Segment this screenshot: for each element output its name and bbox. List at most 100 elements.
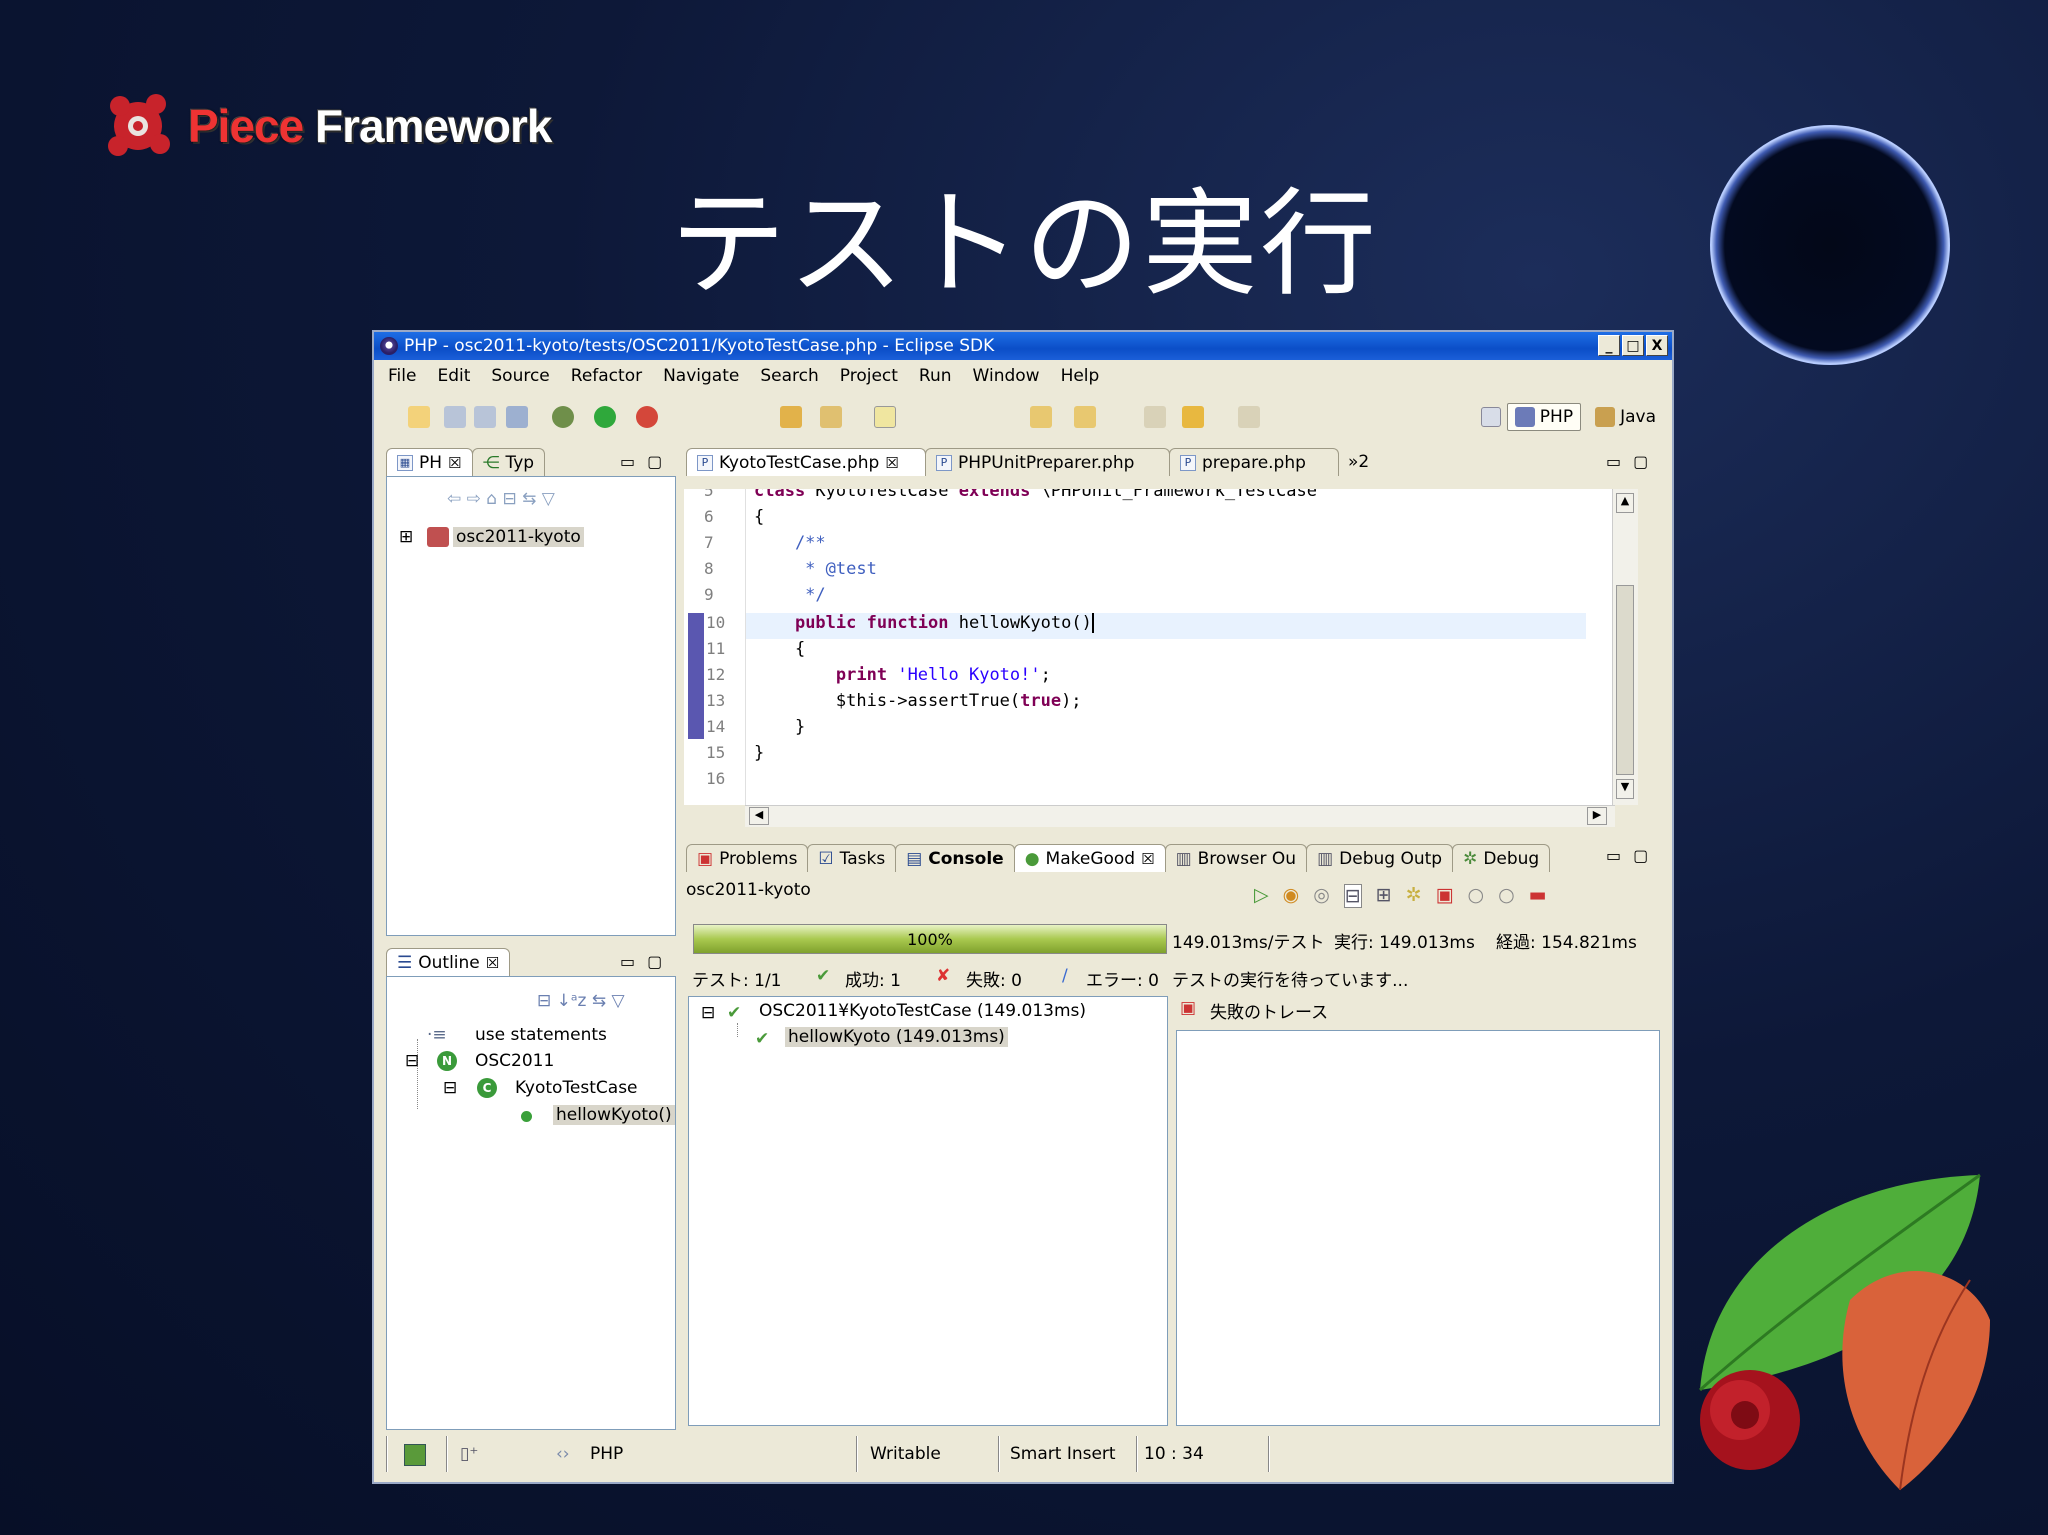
minimize-icon[interactable]: ▭ [1606, 846, 1621, 865]
editor-vertical-scrollbar[interactable]: ▲ ▼ [1612, 489, 1638, 805]
explorer-nav-icons[interactable]: ⇦ ⇨ ⌂ ⊟ ⇆ ▽ [447, 489, 555, 509]
tab-problems[interactable]: ▣ Problems [686, 844, 809, 872]
mark-occurrences-icon[interactable] [874, 406, 896, 428]
expand-icon[interactable]: ⊞ [399, 527, 413, 547]
menu-search[interactable]: Search [760, 366, 818, 386]
status-language: PHP [590, 1444, 624, 1464]
outline-tool-icons[interactable]: ⊟ ↓ᵃz ⇆ ▽ [537, 991, 625, 1011]
menu-refactor[interactable]: Refactor [571, 366, 642, 386]
scroll-left-icon[interactable]: ◀ [749, 807, 769, 825]
clear-icon[interactable]: ▬ [1529, 884, 1547, 908]
editor-horizontal-scrollbar[interactable]: ◀ ▶ [745, 805, 1615, 827]
debug-icon[interactable] [552, 406, 574, 428]
config-icon[interactable]: ✲ [1406, 884, 1422, 908]
scroll-thumb[interactable] [1616, 585, 1634, 775]
status-writable: Writable [870, 1444, 941, 1464]
maximize-icon[interactable]: ▢ [647, 452, 662, 471]
perspective-php[interactable]: PHP [1506, 403, 1582, 431]
tab-tasks[interactable]: ☑ Tasks [807, 844, 897, 872]
test-suite-item[interactable]: OSC2011¥KyotoTestCase (149.013ms) [759, 1001, 1086, 1021]
run-all-icon[interactable]: ▷ [1254, 884, 1269, 908]
collapse-icon[interactable]: ⊟ [443, 1078, 457, 1098]
maximize-icon[interactable]: ▢ [647, 952, 662, 971]
show-failures-icon[interactable]: ⊟ [1343, 884, 1362, 908]
code-editor[interactable]: 5 class KyotoTestCase extends \PHPUnit_F… [684, 489, 1614, 805]
open-perspective-icon[interactable] [1480, 407, 1501, 427]
debug-test-icon[interactable]: ⊞ [1376, 884, 1392, 908]
close-icon[interactable]: ☒ [486, 954, 499, 972]
tab-console[interactable]: ▤ Console [895, 844, 1015, 872]
line-number: 15 [706, 743, 726, 762]
close-icon[interactable]: ☒ [885, 454, 898, 472]
minimize-button[interactable]: _ [1598, 335, 1620, 356]
passed-test-icon: ✔ [755, 1029, 770, 1049]
outline-item-method[interactable]: hellowKyoto() [553, 1105, 675, 1125]
prev-failure-icon[interactable]: ○ [1468, 884, 1485, 908]
maximize-icon[interactable]: ▢ [1633, 452, 1648, 471]
menu-help[interactable]: Help [1061, 366, 1100, 386]
minimize-icon[interactable]: ▭ [1606, 452, 1621, 471]
scroll-down-icon[interactable]: ▼ [1616, 779, 1634, 799]
leaf-rose-graphic [1699, 1173, 1990, 1491]
close-button[interactable]: X [1646, 335, 1668, 356]
project-item[interactable]: osc2011-kyoto [453, 527, 584, 547]
collapse-icon[interactable]: ⊟ [405, 1051, 419, 1071]
tab-phpunitpreparer[interactable]: P PHPUnitPreparer.php [925, 448, 1170, 476]
outline-item-namespace[interactable]: OSC2011 [475, 1051, 554, 1071]
menu-file[interactable]: File [388, 366, 416, 386]
history-icon[interactable]: ▣ [1436, 884, 1454, 908]
error-count: エラー: 0 [1086, 971, 1159, 991]
fast-view-icon[interactable] [404, 1444, 426, 1466]
back-icon[interactable] [1182, 406, 1204, 428]
save-icon[interactable] [444, 406, 466, 428]
test-case-item[interactable]: hellowKyoto (149.013ms) [785, 1027, 1008, 1047]
rerun-icon[interactable]: ◉ [1283, 884, 1300, 908]
tab-type-hierarchy[interactable]: ⋲ Typ [471, 448, 546, 476]
next-annotation-icon[interactable] [1030, 406, 1052, 428]
last-edit-icon[interactable] [1144, 406, 1166, 428]
close-icon[interactable]: ☒ [1141, 850, 1154, 868]
menu-project[interactable]: Project [840, 366, 898, 386]
passed-suite-icon: ✔ [727, 1003, 742, 1023]
tab-browser-output[interactable]: ▥ Browser Ou [1164, 844, 1308, 872]
new-icon[interactable] [408, 406, 430, 428]
open-type-icon[interactable] [780, 406, 802, 428]
tab-makegood[interactable]: ● MakeGood ☒ [1013, 844, 1166, 872]
tab-php-explorer[interactable]: ▦ PH ☒ [386, 448, 473, 476]
close-icon[interactable]: ☒ [448, 454, 461, 472]
tab-debug-output[interactable]: ▥ Debug Outp [1306, 844, 1454, 872]
search-tool-icon[interactable] [820, 406, 842, 428]
external-tools-icon[interactable] [636, 406, 658, 428]
maximize-button[interactable]: □ [1622, 335, 1644, 356]
tab-outline[interactable]: ☰ Outline ☒ [386, 948, 511, 976]
use-statements-icon: ·≡ [427, 1025, 447, 1045]
outline-item-use[interactable]: use statements [475, 1025, 607, 1045]
new-view-icon[interactable]: ▯⁺ [460, 1444, 478, 1464]
maximize-icon[interactable]: ▢ [1633, 846, 1648, 865]
menu-edit[interactable]: Edit [437, 366, 470, 386]
tab-debug[interactable]: ✲ Debug [1452, 844, 1551, 872]
outline-item-class[interactable]: KyotoTestCase [515, 1078, 638, 1098]
more-tabs-button[interactable]: »2 [1338, 448, 1379, 476]
save-all-icon[interactable] [474, 406, 496, 428]
minimize-icon[interactable]: ▭ [620, 952, 635, 971]
next-failure-icon[interactable]: ○ [1498, 884, 1515, 908]
menu-run[interactable]: Run [919, 366, 952, 386]
scroll-up-icon[interactable]: ▲ [1616, 493, 1634, 513]
prev-annotation-icon[interactable] [1074, 406, 1096, 428]
tab-kyototestcase[interactable]: P KyotoTestCase.php ☒ [686, 448, 926, 476]
collapse-icon[interactable]: ⊟ [701, 1003, 715, 1023]
forward-icon[interactable] [1238, 406, 1260, 428]
tab-prepare[interactable]: Pprepare.php [1169, 448, 1339, 476]
test-progress-bar: 100% [693, 924, 1167, 954]
passed-count: 成功: 1 [845, 971, 901, 991]
menu-source[interactable]: Source [491, 366, 549, 386]
menu-navigate[interactable]: Navigate [663, 366, 739, 386]
perspective-java[interactable]: Java [1587, 403, 1664, 431]
minimize-icon[interactable]: ▭ [620, 452, 635, 471]
print-icon[interactable] [506, 406, 528, 428]
stop-icon[interactable]: ◎ [1313, 884, 1330, 908]
run-icon[interactable] [594, 406, 616, 428]
menu-window[interactable]: Window [973, 366, 1040, 386]
scroll-right-icon[interactable]: ▶ [1587, 807, 1607, 825]
